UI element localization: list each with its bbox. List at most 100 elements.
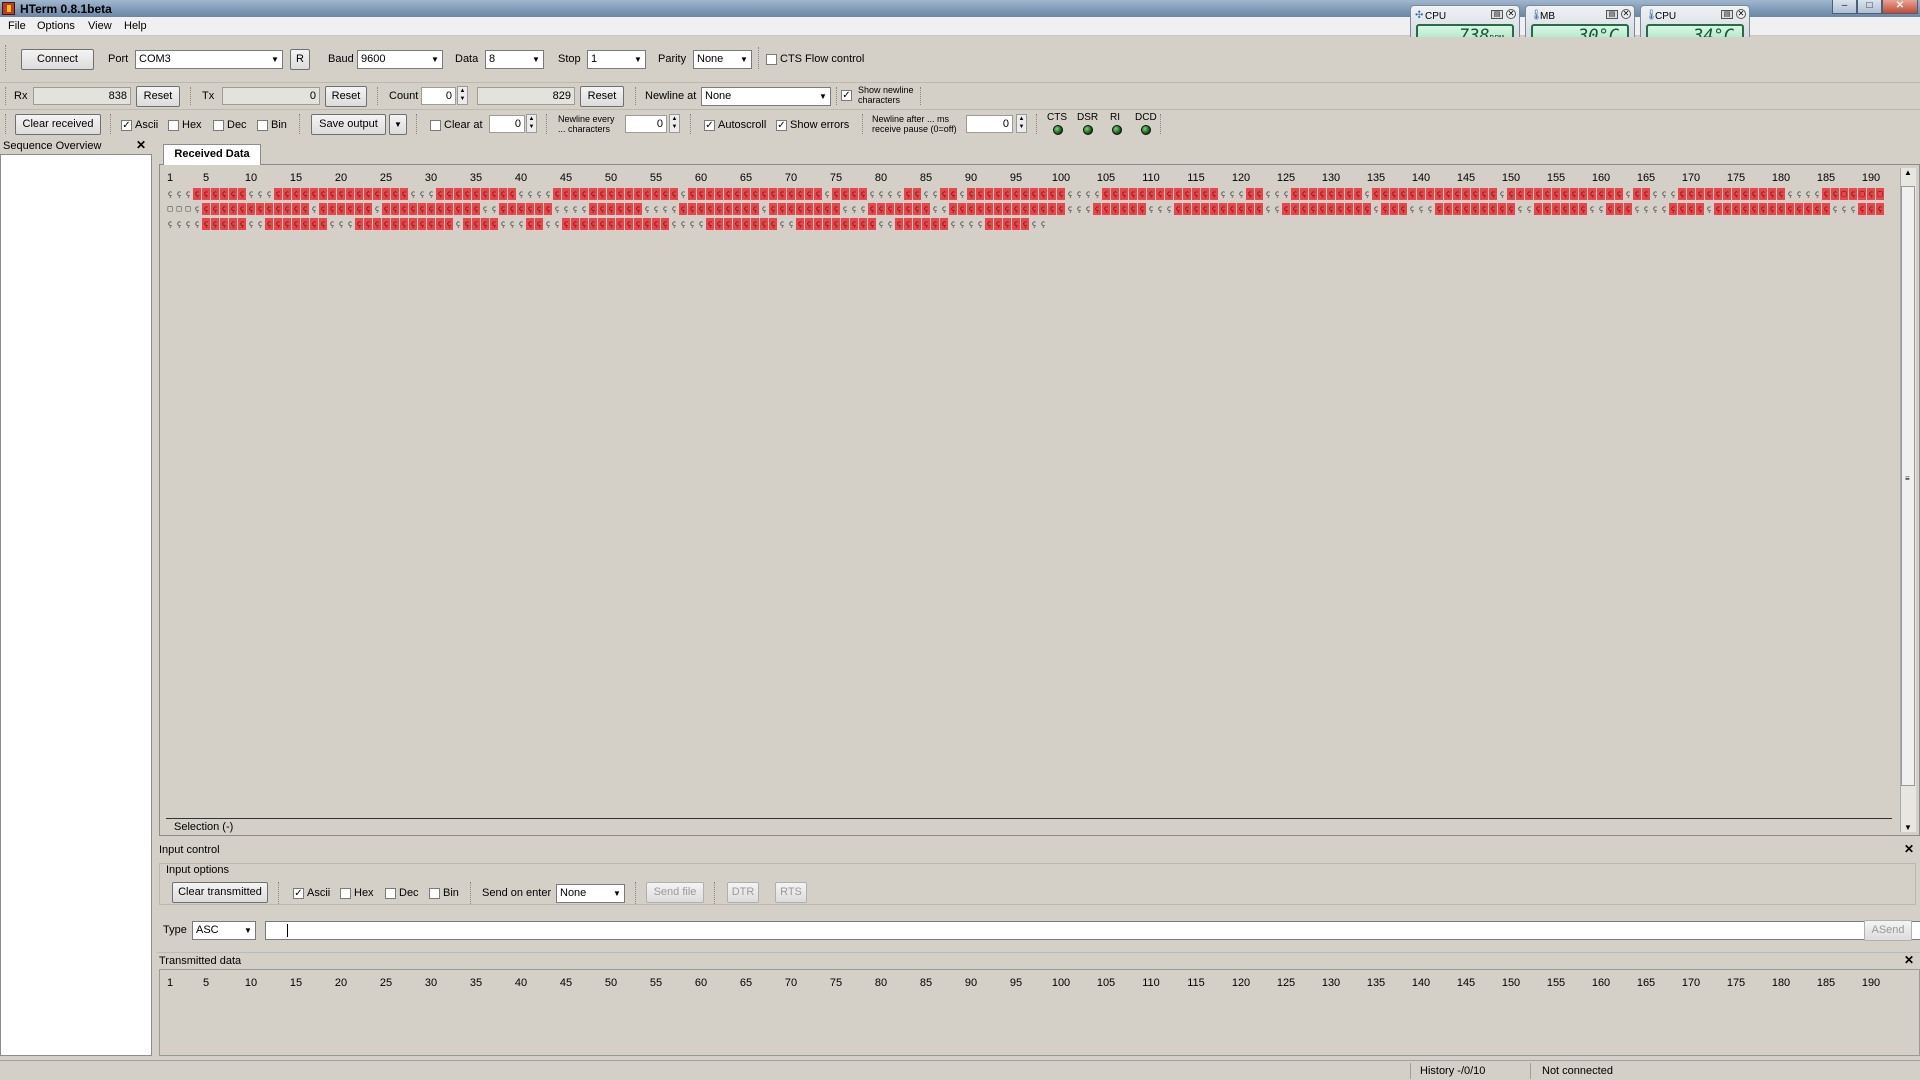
clear-received-button[interactable]: Clear received	[15, 114, 101, 135]
ruler-tick: 90	[964, 977, 978, 989]
stop-bits-select[interactable]: 1 ▼	[587, 50, 646, 69]
gadget-settings-icon[interactable]: ▤	[1606, 10, 1618, 19]
send-on-enter-select[interactable]: None ▼	[556, 884, 625, 903]
received-byte: ç	[1706, 204, 1712, 213]
parity-select[interactable]: None ▼	[693, 50, 752, 69]
newline-every-spinner[interactable]: ▲ ▼	[669, 114, 680, 133]
error-byte: ç	[1705, 188, 1713, 200]
scrollbar-thumb[interactable]: ≡	[1901, 186, 1915, 786]
recv-dec-checkbox[interactable]: Dec	[213, 119, 247, 131]
newline-after-spinner[interactable]: ▲ ▼	[1016, 114, 1027, 133]
save-output-dropdown[interactable]: ▼	[389, 114, 407, 135]
count-input[interactable]: 0	[421, 87, 456, 105]
received-byte: ç	[1409, 204, 1415, 213]
asend-button[interactable]: ASend	[1864, 920, 1912, 941]
tab-received-data[interactable]: Received Data	[163, 144, 261, 165]
input-hex-checkbox[interactable]: Hex	[340, 887, 374, 899]
error-byte: ç	[382, 203, 390, 215]
rx-reset-button[interactable]: Reset	[136, 86, 180, 107]
close-button[interactable]: ✕	[1882, 0, 1918, 14]
send-file-button[interactable]: Send file	[646, 882, 704, 903]
gadget-settings-icon[interactable]: ▤	[1491, 10, 1503, 19]
error-byte: ç	[328, 188, 336, 200]
clear-at-checkbox[interactable]: Clear at	[430, 119, 483, 131]
menu-view[interactable]: View	[88, 20, 112, 32]
close-icon[interactable]: ✕	[1904, 842, 1914, 856]
refresh-ports-button[interactable]: R	[290, 49, 310, 70]
autoscroll-checkbox[interactable]: ✓ Autoscroll	[704, 119, 766, 131]
maximize-button[interactable]: □	[1857, 0, 1882, 14]
checkbox-box[interactable]	[340, 887, 351, 899]
menu-options[interactable]: Options	[37, 20, 75, 32]
recv-bin-checkbox[interactable]: Bin	[257, 119, 287, 131]
clear-transmitted-button[interactable]: Clear transmitted	[172, 882, 268, 903]
baud-label: Baud	[328, 53, 354, 65]
count-reset-button[interactable]: Reset	[580, 86, 624, 107]
input-dec-checkbox[interactable]: Dec	[385, 887, 419, 899]
gadget-settings-icon[interactable]: ▤	[1721, 10, 1733, 19]
count-spinner[interactable]: ▲ ▼	[457, 86, 468, 105]
ruler-tick: 30	[424, 977, 438, 989]
error-byte: ç	[1822, 203, 1830, 215]
checkbox-box[interactable]: ✓	[776, 119, 787, 131]
scroll-down-icon[interactable]: ▼	[1904, 823, 1912, 832]
checkbox-box[interactable]	[385, 887, 396, 899]
input-ascii-checkbox[interactable]: ✓ Ascii	[293, 887, 330, 899]
type-select[interactable]: ASC ▼	[192, 921, 256, 940]
chevron-down-icon: ▼	[740, 55, 748, 64]
save-output-button[interactable]: Save output	[311, 114, 386, 135]
error-byte: ç	[1777, 203, 1785, 215]
checkbox-box[interactable]	[213, 119, 224, 131]
received-byte: ç	[851, 204, 857, 213]
newline-after-input[interactable]: 0	[966, 115, 1013, 133]
menu-help[interactable]: Help	[124, 20, 147, 32]
gadget-close-icon[interactable]: ✕	[1506, 9, 1516, 19]
minimize-button[interactable]: –	[1832, 0, 1857, 14]
baud-select[interactable]: 9600 ▼	[357, 50, 443, 69]
data-bits-select[interactable]: 8 ▼	[485, 50, 544, 69]
checkbox-box[interactable]: ✓	[704, 119, 715, 131]
recv-ascii-checkbox[interactable]: ✓ Ascii	[121, 119, 158, 131]
checkbox-box[interactable]: ✓	[293, 887, 304, 899]
newline-at-select[interactable]: None ▼	[701, 87, 831, 106]
rts-button[interactable]: RTS	[775, 882, 807, 903]
show-errors-checkbox[interactable]: ✓ Show errors	[776, 119, 849, 131]
checkbox-box[interactable]	[766, 53, 777, 65]
error-byte: ç	[1228, 203, 1236, 215]
received-data-view[interactable]: çççççççççççççççççççççççççççççççççççççççç…	[166, 188, 1884, 230]
checkbox-box[interactable]: ✓	[841, 90, 852, 101]
connect-button[interactable]: Connect	[21, 49, 94, 70]
error-byte: ç	[1849, 188, 1857, 200]
stop-bits-value: 1	[591, 53, 598, 65]
gadget-close-icon[interactable]: ✕	[1736, 9, 1746, 19]
error-byte: ç	[355, 188, 363, 200]
checkbox-box[interactable]	[430, 119, 441, 131]
error-byte: ç	[1768, 203, 1776, 215]
error-byte: ç	[1606, 203, 1614, 215]
recv-hex-checkbox[interactable]: Hex	[168, 119, 202, 131]
error-byte: ç	[1282, 203, 1290, 215]
newline-every-input[interactable]: 0	[625, 115, 667, 133]
clear-at-spinner[interactable]: ▲ ▼	[526, 114, 537, 133]
checkbox-box[interactable]	[168, 119, 179, 131]
error-byte: ç	[1471, 203, 1479, 215]
checkbox-box[interactable]: ✓	[121, 119, 132, 131]
checkbox-box[interactable]	[257, 119, 268, 131]
clear-at-input[interactable]: 0	[489, 115, 525, 133]
menu-file[interactable]: File	[8, 20, 26, 32]
error-byte: ç	[274, 218, 282, 230]
tx-reset-button[interactable]: Reset	[325, 86, 367, 107]
close-icon[interactable]: ✕	[136, 138, 146, 152]
input-bin-checkbox[interactable]: Bin	[429, 887, 459, 899]
close-icon[interactable]: ✕	[1904, 953, 1914, 967]
port-select[interactable]: COM3 ▼	[135, 50, 283, 69]
gadget-close-icon[interactable]: ✕	[1621, 9, 1631, 19]
error-byte: ç	[1777, 188, 1785, 200]
send-input[interactable]	[265, 921, 1920, 940]
show-newline-checkbox[interactable]: ✓	[841, 90, 855, 101]
scroll-up-icon[interactable]: ▲	[1904, 168, 1912, 177]
cts-flow-checkbox[interactable]: CTS Flow control	[766, 53, 864, 65]
dtr-button[interactable]: DTR	[727, 882, 759, 903]
error-byte: ç	[688, 188, 696, 200]
checkbox-box[interactable]	[429, 887, 440, 899]
